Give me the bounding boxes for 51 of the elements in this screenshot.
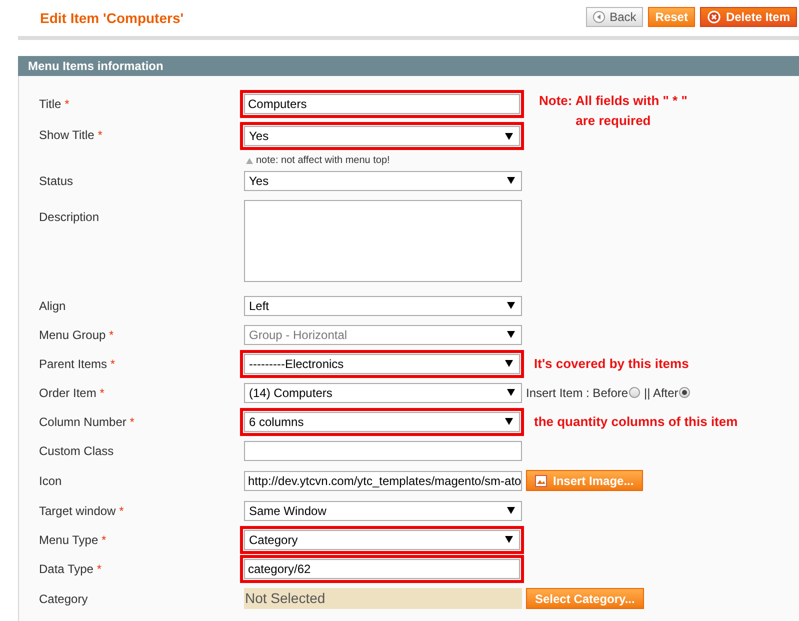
select-dropdown[interactable]: Category [244,530,520,550]
caret-icon [507,177,515,184]
field-label: Category [39,592,88,606]
section-title: Menu Items information [28,58,164,75]
annotation-note: the quantity columns of this item [534,412,738,431]
caret-icon [507,302,515,309]
field-label: Order Item * [39,386,104,400]
field-label: Parent Items * [39,356,116,370]
back-button[interactable]: Back [586,7,644,27]
text-field[interactable] [244,440,522,460]
page-title: Edit Item 'Computers' [40,8,184,28]
select-dropdown[interactable]: Same Window [244,500,522,520]
field-label: Align [39,298,66,312]
field-label: Menu Type * [39,532,106,546]
field-label: Custom Class [39,444,114,458]
text-field[interactable]: category/62 [244,558,520,578]
select-dropdown[interactable]: (14) Computers [244,382,522,402]
field-label: Target window * [39,504,124,518]
close-icon [706,10,721,24]
field-label: Description [39,210,100,224]
select-dropdown[interactable]: Yes [244,170,522,190]
select-dropdown[interactable]: Yes [244,126,520,146]
image-icon [535,474,547,486]
field-label: Icon [39,474,62,488]
select-dropdown[interactable]: ---------Electronics [244,354,520,374]
field-note: note: not affect with menu top! [256,154,390,168]
annotation-note: Note: All fields with " * " are required [539,92,688,130]
back-icon [592,11,605,23]
field-label: Title * [39,96,70,110]
description-textarea[interactable] [244,200,522,282]
text-field[interactable]: Computers [244,94,520,114]
insert-position-radio[interactable]: || After [644,384,690,402]
text-field[interactable]: http://dev.ytcvn.com/ytc_templates/magento/sm-ato [244,470,522,490]
caret-icon [507,331,515,338]
select-dropdown[interactable]: Left [244,296,522,316]
caret-icon [505,132,513,140]
triangle-icon [246,158,253,164]
field-label: Column Number * [39,414,134,428]
caret-icon [507,507,515,514]
field-label: Show Title * [39,128,102,142]
caret-icon [505,418,513,425]
caret-icon [505,360,513,367]
field-label: Data Type * [39,562,102,576]
caret-icon [505,536,513,543]
category-field: Not Selected [244,588,522,609]
caret-icon [507,389,515,396]
annotation-note: It's covered by this items [534,354,689,373]
select-dropdown[interactable]: 6 columns [244,412,520,432]
field-label: Menu Group * [39,328,114,342]
insert-position-radio[interactable]: Insert Item : Before [526,384,640,402]
field-label: Status [39,174,74,188]
